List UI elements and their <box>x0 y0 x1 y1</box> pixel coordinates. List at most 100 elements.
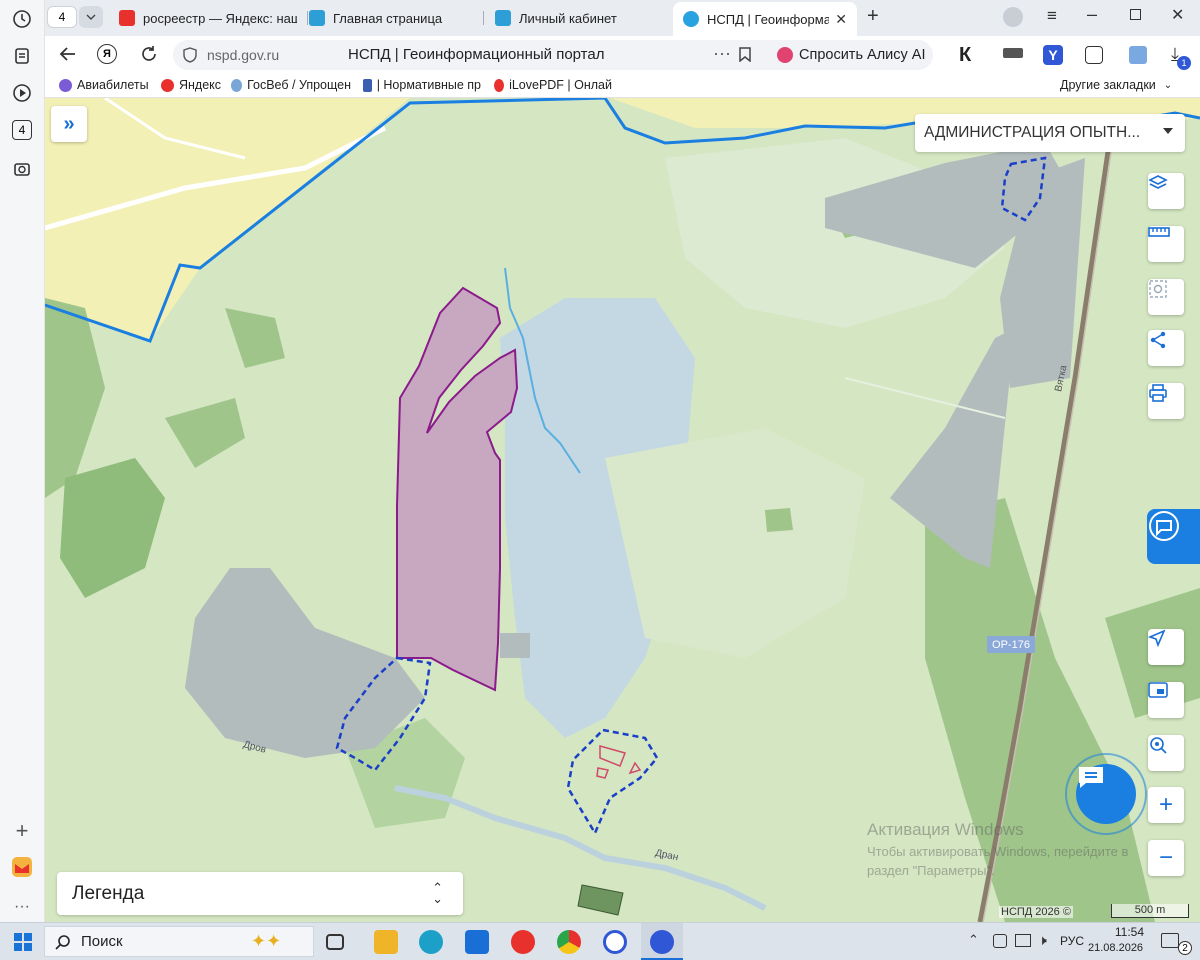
bookmark-label: iLovePDF | Онлай <box>509 78 612 92</box>
tab-counter[interactable]: 4 <box>47 6 77 28</box>
zoom-in-button[interactable]: + <box>1148 787 1184 823</box>
bookmark-yandex[interactable]: Яндекс <box>161 78 221 92</box>
minus-icon: − <box>1158 844 1173 871</box>
bookmark-gosweb[interactable]: ГосВеб / Упрощен <box>231 78 351 92</box>
menu-icon[interactable]: ≡ <box>1047 6 1057 26</box>
measure-button[interactable] <box>1148 226 1184 262</box>
layers-button[interactable] <box>1148 173 1184 209</box>
more-options-icon[interactable]: ··· <box>713 43 731 64</box>
copyright: НСПД 2026 © <box>999 906 1073 918</box>
legend-panel[interactable]: Легенда ⌃ ⌄ <box>57 872 463 915</box>
activation-text: раздел "Параметры". <box>867 863 995 878</box>
bookmark-aviabilety[interactable]: Авиабилеты <box>59 78 149 92</box>
share-button[interactable] <box>1148 330 1184 366</box>
mail-icon[interactable] <box>11 856 33 878</box>
extension-bar-icon[interactable] <box>1003 48 1023 58</box>
extension-puzzle-icon[interactable] <box>1085 46 1103 64</box>
tab-yandex-search[interactable]: росреестр — Яндекс: наш <box>119 4 297 32</box>
heart-icon <box>494 78 505 92</box>
feedback-tab[interactable] <box>1147 509 1200 564</box>
expand-panel-button[interactable]: » <box>51 106 87 142</box>
tray-app-icon[interactable] <box>993 934 1007 948</box>
search-label: Поиск <box>81 933 123 950</box>
close-window-icon[interactable]: ✕ <box>1171 5 1184 25</box>
layer-dropdown-value: АДМИНИСТРАЦИЯ ОПЫТН... <box>924 124 1141 141</box>
address-bar[interactable]: nspd.gov.ru НСПД | Геоинформационный пор… <box>173 40 809 70</box>
tab-divider <box>483 11 484 25</box>
locate-button[interactable] <box>1148 629 1184 665</box>
collections-icon[interactable] <box>11 45 33 67</box>
history-icon[interactable] <box>11 8 33 30</box>
clock-date[interactable]: 21.08.2026 <box>1088 942 1143 954</box>
tab-main-page[interactable]: Главная страница <box>309 4 479 32</box>
zoom-out-button[interactable]: − <box>1148 840 1184 876</box>
tab-cabinet[interactable]: Личный кабинет <box>495 4 665 32</box>
file-explorer-icon[interactable] <box>374 930 398 954</box>
tab-label: росреестр — Яндекс: наш <box>143 10 297 26</box>
language-indicator[interactable]: РУС <box>1060 934 1084 948</box>
notifications-icon[interactable] <box>1161 933 1179 948</box>
clock-time[interactable]: 11:54 <box>1100 925 1144 939</box>
yandex-browser-icon[interactable] <box>650 930 674 954</box>
sidebar-counter[interactable]: 4 <box>12 120 32 140</box>
ask-alice-button[interactable]: Спросить Алису AI <box>769 40 933 70</box>
print-button[interactable] <box>1148 383 1184 419</box>
extension-y-icon[interactable]: Y <box>1043 45 1063 65</box>
extension-k-icon[interactable]: К <box>959 44 971 67</box>
bookmark-icon[interactable] <box>739 47 751 63</box>
activation-title: Активация Windows <box>867 820 1024 839</box>
more-icon[interactable]: ··· <box>11 896 33 918</box>
outlook-icon[interactable] <box>465 930 489 954</box>
close-tab-icon[interactable]: ✕ <box>835 11 847 28</box>
bookmark-label: ГосВеб / Упрощен <box>247 78 351 92</box>
gosuslugi-icon <box>309 10 325 26</box>
tab-label: НСПД | Геоинформаци <box>707 11 830 27</box>
chrome-icon[interactable] <box>557 930 581 954</box>
yandex-taskbar-icon[interactable] <box>511 930 535 954</box>
minimap-button[interactable] <box>1148 682 1184 718</box>
tab-label: Главная страница <box>333 10 443 26</box>
url-text: nspd.gov.ru <box>207 47 280 63</box>
gosweb-icon <box>231 78 243 92</box>
extension-shield-icon[interactable] <box>1129 46 1147 64</box>
back-icon[interactable] <box>59 45 77 68</box>
yandex-icon <box>161 78 174 92</box>
app-c-icon[interactable] <box>603 930 627 954</box>
chat-button[interactable] <box>1076 764 1136 824</box>
yandex-home-icon[interactable]: Я <box>97 44 117 64</box>
restore-icon[interactable] <box>1130 9 1141 20</box>
print-icon <box>1149 384 1167 402</box>
tab-label: Личный кабинет <box>519 10 617 26</box>
edge-icon[interactable] <box>419 930 443 954</box>
play-icon[interactable] <box>11 82 33 104</box>
tabs-list-chevron-icon[interactable] <box>79 6 103 28</box>
scale-bar: 500 m <box>1111 904 1189 918</box>
minimize-icon[interactable]: – <box>1087 4 1097 25</box>
layer-dropdown[interactable]: АДМИНИСТРАЦИЯ ОПЫТН... <box>915 114 1185 152</box>
tray-chevron-up-icon[interactable]: ⌃ <box>968 932 979 948</box>
select-area-button[interactable] <box>1148 279 1184 315</box>
taskbar-search[interactable]: Поиск ✦✦ <box>44 926 314 957</box>
other-bookmarks[interactable]: Другие закладки ⌄ <box>1060 78 1172 92</box>
gosuslugi-icon <box>495 10 511 26</box>
bookmark-normativnye[interactable]: | Нормативные пр <box>363 78 481 92</box>
new-tab-icon[interactable]: + <box>867 5 879 28</box>
task-view-icon[interactable] <box>326 934 344 950</box>
notifications-badge: 2 <box>1178 941 1192 955</box>
display-icon[interactable] <box>1015 934 1031 947</box>
windows-start-icon[interactable] <box>14 933 32 956</box>
reload-icon[interactable] <box>139 44 159 69</box>
bookmark-label: Яндекс <box>179 78 222 92</box>
search-location-button[interactable] <box>1148 735 1184 771</box>
chat-icon <box>1079 767 1103 788</box>
aviabilety-icon <box>59 78 72 92</box>
add-panel-icon[interactable]: + <box>11 818 33 843</box>
site-security-icon[interactable] <box>183 47 197 68</box>
profile-avatar-icon[interactable] <box>1003 7 1023 27</box>
volume-muted-icon[interactable]: 🕨 <box>1038 932 1047 949</box>
taskbar: Поиск ✦✦ ⌃ 🕨 РУС 11:54 21.08.2026 2 <box>0 922 1200 960</box>
bookmark-ilovepdf[interactable]: iLovePDF | Онлай <box>494 78 612 92</box>
screenshot-icon[interactable] <box>11 158 33 180</box>
map-view[interactable]: ОР-176 Вятка Дров Дран Активация Windows… <box>45 98 1200 922</box>
tab-nspd-active[interactable]: НСПД | Геоинформаци ✕ <box>673 2 857 36</box>
